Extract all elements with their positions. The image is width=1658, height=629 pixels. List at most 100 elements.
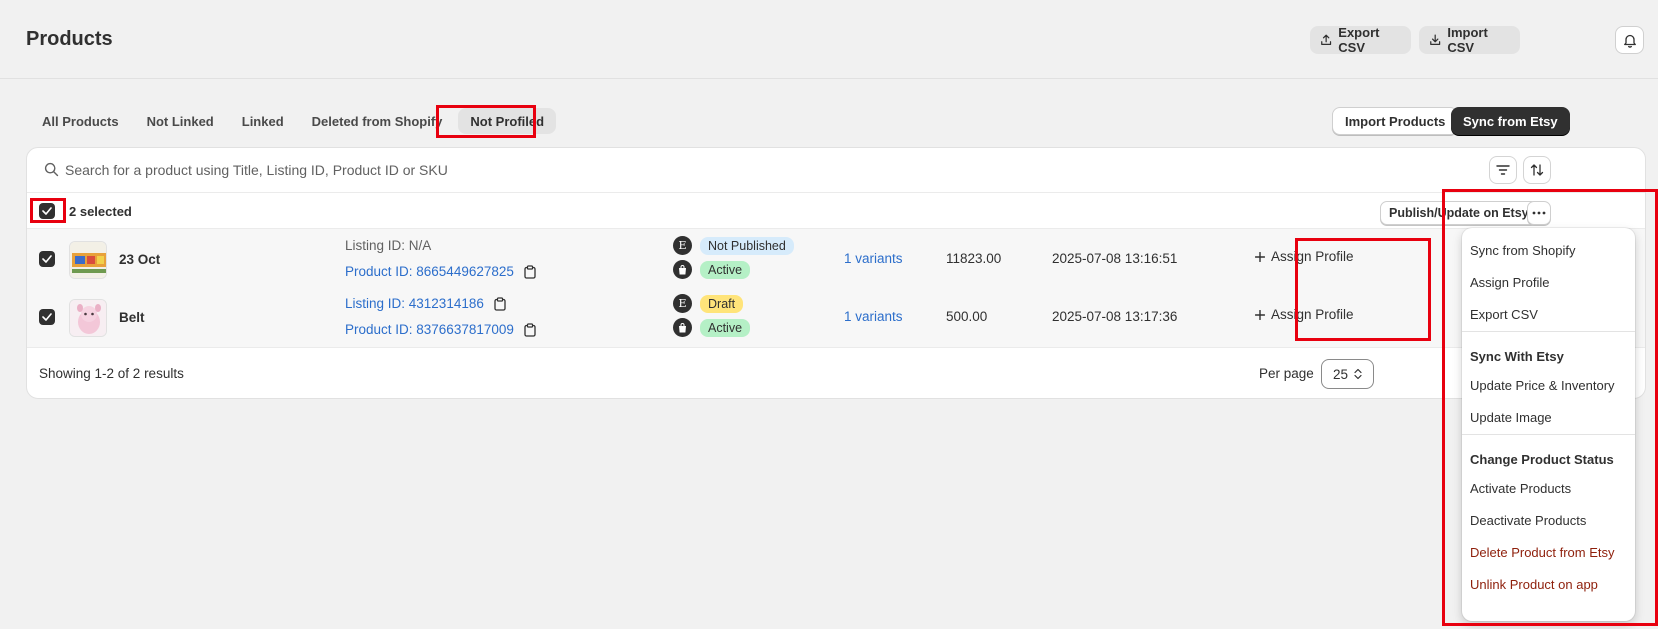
assign-profile-button[interactable]: Assign Profile <box>1255 249 1354 264</box>
check-icon <box>42 255 52 263</box>
sort-button[interactable] <box>1523 156 1551 184</box>
page-title: Products <box>26 28 113 50</box>
product-date: 2025-07-08 13:16:51 <box>1052 251 1178 266</box>
menu-sync-from-shopify[interactable]: Sync from Shopify <box>1470 243 1628 258</box>
product-price: 500.00 <box>946 309 988 324</box>
plus-icon <box>1255 309 1265 320</box>
product-id-link[interactable]: Product ID: 8376637817009 <box>345 322 514 337</box>
etsy-status-line: E Not Published <box>673 236 794 255</box>
product-name: 23 Oct <box>119 252 161 267</box>
etsy-icon: E <box>673 236 692 255</box>
menu-activate-products[interactable]: Activate Products <box>1470 481 1628 496</box>
plus-icon <box>1255 251 1265 262</box>
per-page-label: Per page <box>1259 366 1314 381</box>
row-checkbox[interactable] <box>39 309 55 325</box>
search-bar <box>27 148 1645 193</box>
tab-deleted-from-shopify[interactable]: Deleted from Shopify <box>300 108 455 134</box>
product-id-line: Product ID: 8665449627825 <box>345 264 536 279</box>
listing-id-line: Listing ID: 4312314186 <box>345 296 506 311</box>
product-price: 11823.00 <box>946 251 1002 266</box>
chevron-up-down-icon <box>1354 368 1362 380</box>
menu-deactivate-products[interactable]: Deactivate Products <box>1470 513 1628 528</box>
products-card: 2 selected Publish/Update on Etsy 23 Oct… <box>26 147 1646 399</box>
import-csv-button[interactable]: Import CSV <box>1419 25 1520 55</box>
etsy-status-badge: Not Published <box>700 236 794 255</box>
bulk-actions-bar: 2 selected Publish/Update on Etsy <box>27 193 1645 229</box>
row-checkbox[interactable] <box>39 251 55 267</box>
menu-heading-sync-with-etsy: Sync With Etsy <box>1470 349 1564 364</box>
product-id-link[interactable]: Product ID: 8665449627825 <box>345 264 514 279</box>
listing-id: Listing ID: N/A <box>345 238 432 253</box>
listing-id-line: Listing ID: N/A <box>345 238 431 253</box>
menu-unlink-product[interactable]: Unlink Product on app <box>1470 577 1628 592</box>
export-csv-button[interactable]: Export CSV <box>1310 25 1411 55</box>
upload-icon <box>1321 34 1332 46</box>
product-image <box>70 242 106 278</box>
product-image <box>70 300 106 336</box>
product-tabs: All Products Not Linked Linked Deleted f… <box>30 108 557 134</box>
table-row[interactable]: Belt Listing ID: 4312314186 Product ID: … <box>27 287 1645 348</box>
menu-heading-change-status: Change Product Status <box>1470 452 1614 467</box>
results-count: Showing 1-2 of 2 results <box>39 366 184 381</box>
assign-profile-button[interactable]: Assign Profile <box>1255 307 1354 322</box>
tab-all-products[interactable]: All Products <box>30 108 131 134</box>
per-page-value: 25 <box>1333 366 1349 382</box>
more-horizontal-icon <box>1532 211 1546 215</box>
clipboard-icon[interactable] <box>524 264 536 279</box>
menu-divider <box>1462 434 1635 435</box>
filter-icon <box>1496 165 1510 175</box>
etsy-status-line: E Draft <box>673 294 744 313</box>
assign-profile-label: Assign Profile <box>1271 307 1354 322</box>
shopping-bag-icon <box>673 260 692 279</box>
etsy-icon: E <box>673 294 692 313</box>
download-icon <box>1430 34 1441 46</box>
check-icon <box>42 207 52 215</box>
product-name: Belt <box>119 310 145 325</box>
sort-icon <box>1530 164 1544 176</box>
tab-not-profiled[interactable]: Not Profiled <box>458 108 557 134</box>
search-icon <box>44 162 59 177</box>
shopify-status-line: Active <box>673 318 751 337</box>
export-csv-label: Export CSV <box>1338 25 1380 55</box>
selected-count: 2 selected <box>69 204 132 219</box>
menu-update-image[interactable]: Update Image <box>1470 410 1628 425</box>
tab-not-linked[interactable]: Not Linked <box>135 108 226 134</box>
product-thumbnail <box>69 299 107 337</box>
sync-from-etsy-button[interactable]: Sync from Etsy <box>1451 107 1570 135</box>
shopify-status-line: Active <box>673 260 751 279</box>
menu-assign-profile[interactable]: Assign Profile <box>1470 275 1628 290</box>
listing-id-link[interactable]: Listing ID: 4312314186 <box>345 296 484 311</box>
search-input[interactable] <box>65 158 765 182</box>
more-actions-button[interactable] <box>1527 201 1551 225</box>
assign-profile-label: Assign Profile <box>1271 249 1354 264</box>
variants-link[interactable]: 1 variants <box>844 251 903 266</box>
table-row[interactable]: 23 Oct Listing ID: N/A Product ID: 86654… <box>27 229 1645 290</box>
pagination-bar: Showing 1-2 of 2 results Per page 25 <box>27 351 1645 398</box>
import-csv-label: Import CSV <box>1447 25 1488 55</box>
shopping-bag-icon <box>673 318 692 337</box>
check-icon <box>42 313 52 321</box>
menu-delete-from-etsy[interactable]: Delete Product from Etsy <box>1470 545 1628 560</box>
notifications-button[interactable] <box>1615 26 1644 54</box>
menu-divider <box>1462 331 1635 332</box>
tab-linked[interactable]: Linked <box>230 108 296 134</box>
product-id-line: Product ID: 8376637817009 <box>345 322 536 337</box>
shopify-status-badge: Active <box>700 318 751 337</box>
clipboard-icon[interactable] <box>524 322 536 337</box>
etsy-status-badge: Draft <box>700 294 744 313</box>
bell-icon <box>1623 34 1636 48</box>
per-page-select[interactable]: 25 <box>1321 359 1374 389</box>
variants-link[interactable]: 1 variants <box>844 309 903 324</box>
product-thumbnail <box>69 241 107 279</box>
menu-update-price-inventory[interactable]: Update Price & Inventory <box>1470 378 1628 393</box>
shopify-status-badge: Active <box>700 260 751 279</box>
menu-export-csv[interactable]: Export CSV <box>1470 307 1628 322</box>
clipboard-icon[interactable] <box>494 296 506 311</box>
publish-update-etsy-button[interactable]: Publish/Update on Etsy <box>1380 201 1538 225</box>
filter-button[interactable] <box>1489 156 1517 184</box>
top-bar: Products Export CSV Import CSV <box>0 0 1658 79</box>
select-all-checkbox[interactable] <box>39 203 55 219</box>
import-products-button[interactable]: Import Products <box>1332 107 1459 135</box>
product-date: 2025-07-08 13:17:36 <box>1052 309 1178 324</box>
more-actions-menu: Sync from Shopify Assign Profile Export … <box>1462 228 1635 621</box>
